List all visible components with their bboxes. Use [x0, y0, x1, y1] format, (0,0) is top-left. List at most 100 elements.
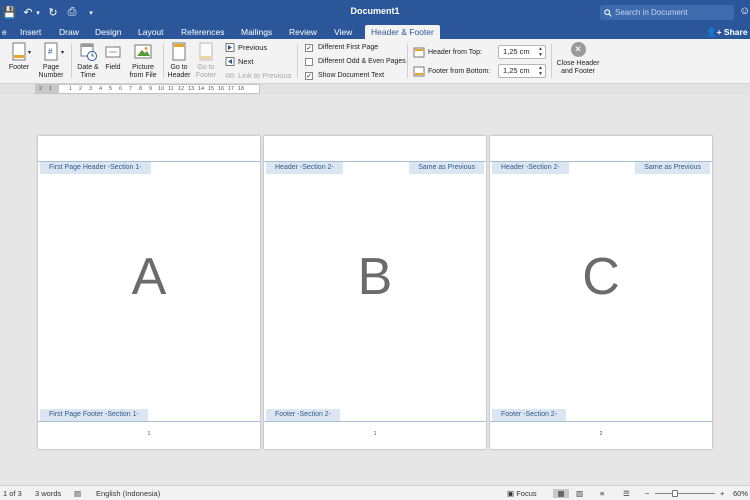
- tab-draw[interactable]: Draw: [59, 25, 79, 39]
- tab-design[interactable]: Design: [95, 25, 121, 39]
- page-number: 2: [599, 431, 603, 437]
- redo-icon[interactable]: ↻: [47, 5, 59, 20]
- footer-position-icon: [413, 66, 425, 76]
- picture-from-file-button[interactable]: Picture from File: [128, 42, 158, 80]
- save-icon[interactable]: 💾: [3, 5, 17, 20]
- field-icon: [105, 46, 121, 58]
- go-to-header-button[interactable]: Go to Header: [167, 42, 191, 80]
- profile-icon[interactable]: ☺: [739, 5, 750, 19]
- search-box[interactable]: [600, 5, 734, 20]
- different-odd-even-checkbox[interactable]: Different Odd & Even Pages: [305, 56, 406, 67]
- footer-spin-arrows[interactable]: ▲ ▼: [538, 65, 543, 77]
- word-count[interactable]: 3 words: [35, 489, 61, 498]
- footer-dropdown-icon[interactable]: ▾: [28, 49, 31, 56]
- go-to-footer-button[interactable]: Go to Footer: [194, 42, 218, 80]
- focus-button[interactable]: ▣ Focus: [507, 489, 537, 498]
- undo-dropdown-icon[interactable]: ▾: [34, 5, 42, 20]
- document-page[interactable]: Header -Section 2- Same as Previous C Fo…: [490, 136, 712, 449]
- tab-home[interactable]: e: [2, 25, 7, 39]
- footer-section-tag: Footer -Section 2-: [492, 409, 567, 421]
- different-first-page-checkbox[interactable]: ✓ Different First Page: [305, 42, 378, 53]
- same-as-previous-tag: Same as Previous: [409, 162, 484, 174]
- tab-layout[interactable]: Layout: [138, 25, 164, 39]
- close-header-footer-button[interactable]: ✕ Close Header and Footer: [555, 42, 601, 76]
- calendar-clock-icon: [80, 43, 97, 61]
- tab-review[interactable]: Review: [289, 25, 317, 39]
- tab-header-footer[interactable]: Header & Footer: [365, 25, 440, 39]
- footer-icon: [12, 42, 26, 61]
- header-section-tag: Header -Section 2-: [492, 162, 569, 174]
- undo-icon[interactable]: ↶: [22, 5, 34, 20]
- go-to-footer-icon: [199, 42, 213, 61]
- zoom-out-button[interactable]: −: [645, 489, 649, 498]
- show-document-text-checkbox[interactable]: ✓ Show Document Text: [305, 70, 384, 81]
- tab-view[interactable]: View: [334, 25, 352, 39]
- document-page[interactable]: Header -Section 2- Same as Previous B Fo…: [264, 136, 486, 449]
- ruler-area: 2 1 1 2 3 4 5 6 7 8 9 10 11 12 13 14 15 …: [0, 84, 750, 95]
- footer-boundary-line: [490, 421, 712, 422]
- customize-toolbar-icon[interactable]: ▾: [87, 5, 95, 20]
- footer-from-bottom-row: Footer from Bottom:: [413, 64, 500, 78]
- print-layout-icon[interactable]: ▦: [553, 489, 569, 498]
- header-from-top-input[interactable]: 1,25 cm ▲ ▼: [498, 45, 546, 59]
- title-bar: 💾 ↶ ▾ ↻ ⎙ ▾ Document1 ☺: [0, 0, 750, 25]
- footer-section-tag: First Page Footer -Section 1-: [40, 409, 148, 421]
- outline-view-icon[interactable]: ≡: [600, 489, 604, 498]
- status-bar: 1 of 3 3 words ▤ English (Indonesia) ▣ F…: [0, 485, 750, 500]
- page-count[interactable]: 1 of 3: [3, 489, 22, 498]
- page-number-icon: #: [44, 42, 58, 61]
- search-icon: [604, 8, 612, 17]
- page-number: 1: [147, 431, 151, 437]
- next-button[interactable]: Next: [225, 56, 253, 67]
- ribbon-separator: [71, 44, 72, 78]
- previous-button[interactable]: Previous: [225, 42, 267, 53]
- draft-view-icon[interactable]: ☰: [623, 489, 630, 498]
- footer-boundary-line: [38, 421, 260, 422]
- link-icon: [225, 73, 235, 78]
- ribbon-tabs: e Insert Draw Design Layout References M…: [0, 25, 750, 39]
- add-person-icon: 👤+: [706, 27, 724, 37]
- zoom-slider[interactable]: [655, 493, 715, 494]
- document-workspace[interactable]: First Page Header -Section 1- A First Pa…: [0, 95, 750, 485]
- ribbon-separator: [551, 44, 552, 78]
- zoom-in-button[interactable]: +: [720, 489, 724, 498]
- svg-text:#: #: [48, 47, 53, 56]
- different-odd-even-check[interactable]: [305, 57, 313, 66]
- focus-icon: ▣: [507, 489, 515, 498]
- go-to-header-icon: [172, 42, 186, 61]
- header-spin-arrows[interactable]: ▲ ▼: [538, 46, 543, 58]
- language-status[interactable]: English (Indonesia): [96, 489, 160, 498]
- footer-section-tag: Footer -Section 2-: [266, 409, 341, 421]
- print-icon[interactable]: ⎙: [66, 5, 78, 20]
- link-to-previous-button[interactable]: Link to Previous: [225, 70, 291, 81]
- field-button[interactable]: Field: [103, 42, 123, 72]
- tab-references[interactable]: References: [181, 25, 224, 39]
- web-layout-icon[interactable]: ▥: [576, 489, 583, 498]
- same-as-previous-tag: Same as Previous: [635, 162, 710, 174]
- search-input[interactable]: [615, 8, 727, 17]
- ribbon: Footer ▾ # Page Number ▾ Date & Time Fie…: [0, 39, 750, 84]
- page-body-text[interactable]: B: [264, 247, 486, 307]
- page-body-text[interactable]: C: [490, 247, 712, 307]
- different-first-page-check[interactable]: ✓: [305, 43, 313, 52]
- tab-insert[interactable]: Insert: [20, 25, 41, 39]
- header-section-tag: First Page Header -Section 1-: [40, 162, 151, 174]
- page-number-button[interactable]: # Page Number: [38, 42, 64, 80]
- page-number-dropdown-icon[interactable]: ▾: [61, 49, 64, 56]
- ribbon-separator: [163, 44, 164, 78]
- date-time-button[interactable]: Date & Time: [76, 42, 100, 80]
- footer-from-bottom-input[interactable]: 1,25 cm ▲ ▼: [498, 64, 546, 78]
- zoom-slider-handle[interactable]: [672, 490, 678, 497]
- show-document-text-check[interactable]: ✓: [305, 71, 313, 80]
- page-body-text[interactable]: A: [38, 247, 260, 307]
- share-button[interactable]: 👤+ Share: [706, 25, 748, 39]
- footer-button[interactable]: Footer: [8, 42, 30, 72]
- proofing-icon[interactable]: ▤: [74, 489, 81, 498]
- header-from-top-row: Header from Top:: [413, 45, 500, 59]
- zoom-level[interactable]: 60%: [733, 489, 748, 498]
- horizontal-ruler[interactable]: 2 1 1 2 3 4 5 6 7 8 9 10 11 12 13 14 15 …: [35, 84, 260, 94]
- header-section-tag: Header -Section 2-: [266, 162, 343, 174]
- tab-mailings[interactable]: Mailings: [241, 25, 272, 39]
- ribbon-separator: [297, 44, 298, 78]
- document-page[interactable]: First Page Header -Section 1- A First Pa…: [38, 136, 260, 449]
